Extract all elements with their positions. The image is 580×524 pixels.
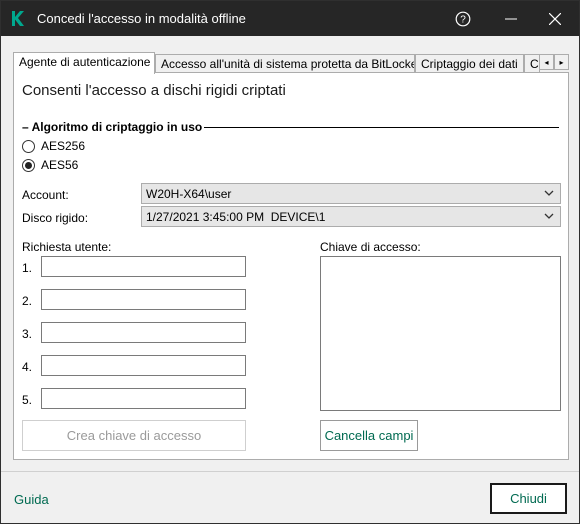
- kaspersky-k-logo: [12, 11, 24, 26]
- footer-divider: [1, 471, 579, 472]
- close-icon: [549, 12, 561, 25]
- minimize-icon: [505, 18, 517, 19]
- chevron-down-icon: [544, 213, 554, 219]
- help-icon: ?: [455, 11, 471, 26]
- request-number: 4.: [22, 360, 33, 374]
- tab-overflow[interactable]: C: [524, 54, 540, 73]
- svg-text:?: ?: [460, 14, 466, 25]
- tab-scroll-left-icon[interactable]: ◂: [539, 54, 554, 70]
- create-key-button[interactable]: Crea chiave di accesso: [22, 420, 246, 451]
- account-value: W20H-X64\user: [146, 187, 232, 201]
- request-number: 1.: [22, 261, 33, 275]
- disk-select[interactable]: 1/27/2021 3:45:00 PM DEVICE\1: [141, 206, 561, 227]
- tab-data-encryption[interactable]: Criptaggio dei dati: [415, 54, 524, 73]
- tab-authentication-agent[interactable]: Agente di autenticazione: [13, 52, 155, 74]
- request-field-1[interactable]: [41, 256, 246, 277]
- request-number: 3.: [22, 327, 33, 341]
- radio-label: AES56: [41, 158, 79, 172]
- window-title: Concedi l'accesso in modalità offline: [37, 11, 246, 26]
- close-button[interactable]: Chiudi: [490, 483, 567, 514]
- tab-bar: Agente di autenticazione Accesso all'uni…: [13, 52, 570, 74]
- radio-aes56[interactable]: AES56: [22, 158, 78, 172]
- help-button[interactable]: ?: [441, 1, 485, 36]
- close-window-button[interactable]: [533, 1, 577, 36]
- tab-scroll-buttons: ◂ ▸: [539, 54, 570, 70]
- disk-value: 1/27/2021 3:45:00 PM DEVICE\1: [146, 210, 326, 224]
- tab-bitlocker-access[interactable]: Accesso all'unità di sistema protetta da…: [155, 54, 415, 73]
- request-field-5[interactable]: [41, 388, 246, 409]
- clear-fields-button[interactable]: Cancella campi: [320, 420, 418, 451]
- request-field-3[interactable]: [41, 322, 246, 343]
- request-field-4[interactable]: [41, 355, 246, 376]
- radio-aes256[interactable]: AES256: [22, 139, 85, 153]
- panel-heading: Consenti l'accesso a dischi rigidi cript…: [22, 82, 286, 99]
- access-key-label: Chiave di accesso:: [320, 240, 421, 254]
- radio-circle[interactable]: [22, 139, 35, 153]
- chevron-down-icon: [544, 190, 554, 196]
- title-bar[interactable]: Concedi l'accesso in modalità offline ?: [1, 1, 579, 36]
- request-field-2[interactable]: [41, 289, 246, 310]
- request-number: 2.: [22, 294, 33, 308]
- account-label: Account:: [22, 188, 69, 202]
- guide-link[interactable]: Guida: [14, 492, 49, 507]
- tab-scroll-right-icon[interactable]: ▸: [554, 54, 569, 70]
- disk-label: Disco rigido:: [22, 211, 89, 225]
- minimize-button[interactable]: [489, 1, 533, 36]
- request-number: 5.: [22, 393, 33, 407]
- access-key-textarea[interactable]: [320, 256, 561, 411]
- dialog-window: Concedi l'accesso in modalità offline ? …: [0, 0, 580, 524]
- user-request-label: Richiesta utente:: [22, 240, 112, 254]
- radio-circle-checked[interactable]: [22, 158, 35, 172]
- radio-label: AES256: [41, 139, 86, 153]
- algorithm-group-title: – Algoritmo di criptaggio in uso: [22, 120, 205, 134]
- account-select[interactable]: W20H-X64\user: [141, 183, 561, 204]
- tab-panel: Consenti l'accesso a dischi rigidi cript…: [13, 72, 569, 460]
